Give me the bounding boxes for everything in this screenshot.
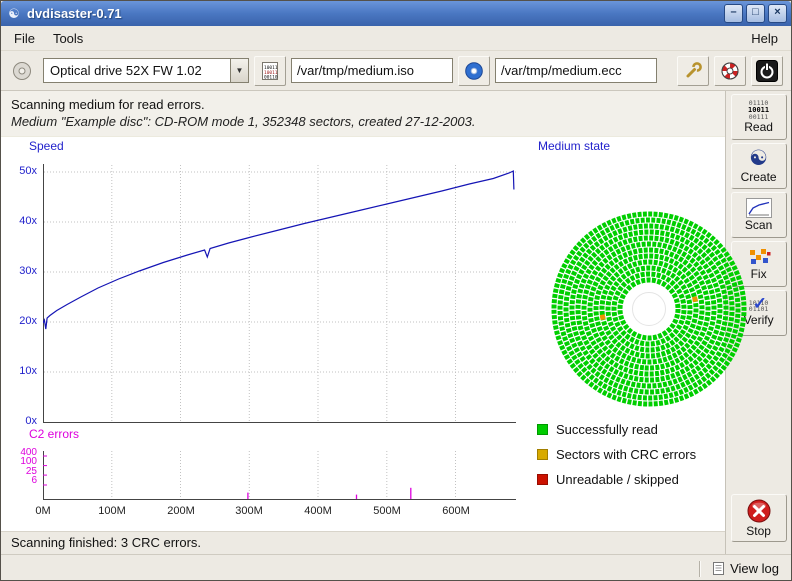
svg-text:00110: 00110 — [264, 74, 278, 80]
menu-file[interactable]: File — [5, 28, 44, 49]
medium-info-line: Medium "Example disc": CD-ROM mode 1, 35… — [11, 113, 715, 130]
xtick-500M: 500M — [365, 505, 409, 517]
main-panel: Scanning medium for read errors. Medium … — [1, 91, 725, 554]
xtick-400M: 400M — [296, 505, 340, 517]
speed-ytick-50x: 50x — [1, 165, 37, 178]
speed-ytick-20x: 20x — [1, 315, 37, 328]
stop-icon — [746, 498, 772, 524]
ecc-disc-icon — [464, 61, 484, 81]
speed-ytick-10x: 10x — [1, 365, 37, 378]
close-button[interactable]: × — [768, 4, 787, 23]
scan-status-line: Scanning medium for read errors. — [11, 96, 715, 113]
app-window: ☯ dvdisaster-0.71 – □ × File Tools Help … — [0, 0, 792, 581]
ecc-path-input[interactable] — [495, 58, 657, 83]
medium-state-disc — [549, 209, 749, 409]
toolbar: Optical drive 52X FW 1.02 ▼ 10011 10011 … — [1, 51, 791, 91]
drive-icon — [9, 58, 35, 84]
speed-ytick-40x: 40x — [1, 215, 37, 228]
read-button[interactable]: 01110 10011 00111 Read — [731, 94, 787, 140]
ecc-file-button[interactable] — [458, 56, 490, 86]
content-area: Scanning medium for read errors. Medium … — [1, 91, 791, 554]
red-square-icon — [537, 474, 548, 485]
speed-chart-title: Speed — [29, 139, 64, 153]
c2-errors-chart — [43, 449, 517, 505]
statusbar: View log — [1, 554, 791, 581]
check-icon: ✓ — [753, 294, 767, 314]
scan-status-area: Scanning medium for read errors. Medium … — [1, 91, 725, 137]
speed-ytick-30x: 30x — [1, 265, 37, 278]
xtick-0M: 0M — [21, 505, 65, 517]
drive-select-value: Optical drive 52X FW 1.02 — [44, 59, 230, 82]
xtick-300M: 300M — [227, 505, 271, 517]
medium-state-title: Medium state — [538, 139, 610, 153]
log-document-icon — [712, 562, 725, 575]
app-icon[interactable]: ☯ — [5, 5, 23, 23]
window-title: dvdisaster-0.71 — [27, 6, 721, 21]
legend-crc-errors: Sectors with CRC errors — [537, 447, 696, 461]
minimize-button[interactable]: – — [724, 4, 743, 23]
wrench-icon — [683, 61, 703, 81]
create-button[interactable]: ☯ Create — [731, 143, 787, 189]
view-log-button[interactable]: View log — [708, 559, 783, 578]
speed-chart — [43, 159, 517, 427]
menu-help[interactable]: Help — [742, 28, 787, 49]
read-icon: 01110 10011 00111 — [748, 100, 769, 120]
menu-tools[interactable]: Tools — [44, 28, 92, 49]
legend-success: Successfully read — [537, 422, 658, 436]
legend-unreadable: Unreadable / skipped — [537, 472, 679, 486]
lifebelt-icon — [720, 61, 740, 81]
c2-chart-title: C2 errors — [29, 427, 79, 441]
drive-select[interactable]: Optical drive 52X FW 1.02 ▼ — [43, 58, 249, 83]
power-icon — [756, 60, 778, 82]
verify-icon: 10110 01101 ✓ — [749, 300, 769, 313]
c2-ytick-6: 6 — [1, 476, 37, 486]
quit-button[interactable] — [751, 56, 783, 86]
help-button[interactable] — [714, 56, 746, 86]
green-square-icon — [537, 424, 548, 435]
binary-file-icon: 10011 10011 00110 — [260, 61, 280, 81]
fix-sectors-icon — [747, 247, 771, 267]
stop-button[interactable]: Stop — [731, 494, 787, 542]
titlebar[interactable]: ☯ dvdisaster-0.71 – □ × — [1, 1, 791, 26]
iso-path-input[interactable] — [291, 58, 453, 83]
xtick-100M: 100M — [90, 505, 134, 517]
yellow-square-icon — [537, 449, 548, 460]
iso-file-button[interactable]: 10011 10011 00110 — [254, 56, 286, 86]
statusbar-divider — [699, 561, 701, 577]
yin-yang-icon: ☯ — [749, 148, 768, 170]
scan-result-message: Scanning finished: 3 CRC errors. — [1, 531, 725, 554]
preferences-button[interactable] — [677, 56, 709, 86]
maximize-button[interactable]: □ — [746, 4, 765, 23]
chevron-down-icon: ▼ — [230, 59, 248, 82]
menubar: File Tools Help — [1, 26, 791, 51]
xtick-600M: 600M — [434, 505, 478, 517]
xtick-200M: 200M — [159, 505, 203, 517]
scan-curve-icon — [746, 198, 772, 218]
